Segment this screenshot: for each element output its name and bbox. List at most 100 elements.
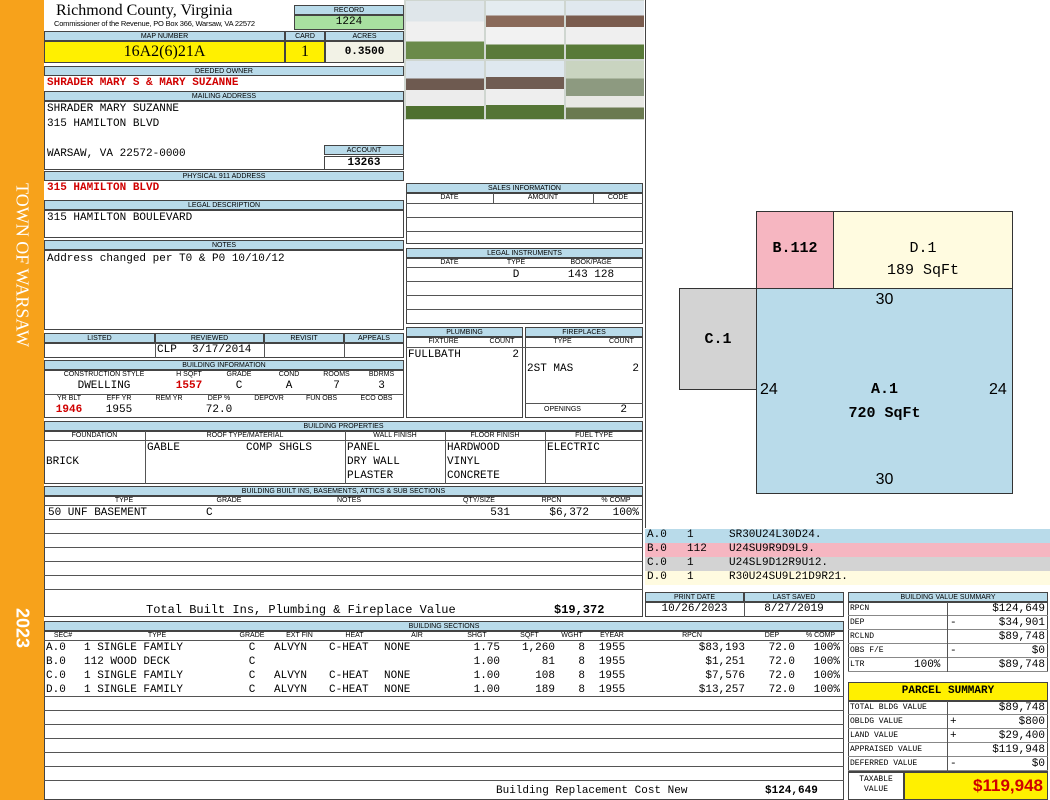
replacement-cost-label: Building Replacement Cost New — [496, 785, 688, 797]
bi-effyr-label: EFF YR — [106, 395, 132, 402]
fireplace-count-label: COUNT — [609, 338, 634, 345]
parcel-total-bldg: TOTAL BLDG VALUE $89,748 — [848, 701, 1048, 715]
section-cell: C-HEAT — [329, 642, 369, 654]
town-label: TOWN OF WARSAW — [12, 183, 33, 347]
bi-grade: C — [235, 380, 243, 392]
bi-funobs-label: FUN OBS — [305, 395, 338, 402]
print-date: 10/26/2023 — [661, 603, 728, 615]
section-cell: 1.00 — [473, 670, 500, 682]
building-info-title: BUILDING INFORMATION — [44, 360, 404, 370]
floorplan-sketch: B.112 D.1 189 SqFt C.1 A.1 720 SqFt 30 3… — [645, 0, 1050, 528]
sketch-dim-top: 30 — [875, 291, 894, 308]
bt-col-comp: % COMP — [601, 497, 631, 504]
bi-style: DWELLING — [77, 380, 131, 392]
bi-cond: A — [285, 380, 293, 392]
bi-cond-label: COND — [278, 371, 300, 378]
section-cell: NONE — [384, 684, 411, 696]
plumbing-fixture: FULLBATH — [408, 349, 461, 361]
section-cell: 72.0 — [768, 656, 795, 668]
section-cell: 1955 — [598, 684, 626, 696]
house-photo-4 — [406, 61, 484, 119]
record-number: 1224 — [294, 15, 404, 30]
sales-col-amount: AMOUNT — [527, 194, 559, 201]
house-photo-3 — [566, 1, 644, 59]
fireplaces-title: FIREPLACES — [525, 327, 643, 337]
section-cell: 72.0 — [768, 642, 795, 654]
parcel-summary-title: PARCEL SUMMARY — [848, 682, 1048, 701]
physical-address: 315 HAMILTON BLVD — [47, 182, 160, 194]
bi-effyr: 1955 — [105, 404, 133, 416]
section-row: A.0 1 SINGLE FAMILY C ALVYN C-HEAT NONE 1.75 1,… — [44, 641, 844, 655]
mailing-line-2: 315 HAMILTON BLVD — [47, 118, 160, 130]
section-cell: 189 — [535, 684, 555, 696]
prop-floor-label: FLOOR FINISH — [470, 432, 520, 439]
parcel-land: LAND VALUE + $29,400 — [848, 729, 1048, 743]
mailing-line-3: WARSAW, VA 22572-0000 — [47, 148, 186, 160]
bvs-obs: OBS F/E - $0 — [848, 644, 1048, 658]
section-row: C.0 1 SINGLE FAMILY C ALVYN C-HEAT NONE 1.00 10… — [44, 669, 844, 683]
fireplace-type-label: TYPE — [553, 338, 572, 345]
section-cell: B.0 — [46, 656, 66, 668]
section-cell: 1.75 — [473, 642, 500, 654]
deeded-owner: SHRADER MARY S & MARY SUZANNE — [47, 77, 239, 89]
bi-yrblt: 1946 — [55, 404, 83, 416]
commissioner-line: Commissioner of the Revenue, PO Box 366,… — [54, 19, 255, 28]
last-saved-label: LAST SAVED — [744, 592, 844, 602]
li-col-type: TYPE — [506, 259, 526, 266]
builtins-total-label: Total Built Ins, Plumbing & Fireplace Va… — [146, 603, 456, 617]
map-number-label: MAP NUMBER — [44, 31, 285, 41]
taxable-value: $119,948 — [904, 772, 1048, 800]
section-cell: ALVYN — [274, 642, 308, 654]
legend-row: D.0 1 R30U24SU9L21D9R21. — [645, 571, 1050, 585]
section-cell: 108 — [535, 670, 555, 682]
year-label: 2023 — [12, 607, 33, 649]
sketch-label-b: B.112 — [772, 240, 818, 257]
bi-bdrms: 3 — [378, 380, 385, 392]
section-cell: 100% — [813, 670, 840, 682]
bvs-ltr: LTR 100% $89,748 — [848, 658, 1048, 672]
section-cell: 1955 — [598, 656, 626, 668]
deeded-owner-label: DEEDED OWNER — [44, 66, 404, 76]
bvs-rclnd: RCLND $89,748 — [848, 630, 1048, 644]
bt-col-grade: GRADE — [216, 497, 242, 504]
section-cell: 100% — [813, 684, 840, 696]
bi-cs-label: CONSTRUCTION STYLE — [63, 371, 145, 378]
section-cell: 1955 — [598, 670, 626, 682]
reviewed-date: 3/17/2014 — [192, 344, 252, 356]
house-photo-2 — [486, 1, 564, 59]
bt-col-rpcn: RPCN — [541, 497, 562, 504]
section-cell: $1,251 — [705, 656, 745, 668]
section-cell: 1 SINGLE FAMILY — [84, 642, 184, 654]
house-photo-6 — [566, 61, 644, 119]
map-number: 16A2(6)21A — [44, 41, 285, 63]
section-cell: C — [248, 684, 256, 696]
prop-fuel-label: FUEL TYPE — [575, 432, 613, 439]
section-cell: NONE — [384, 642, 411, 654]
legal-description: 315 HAMILTON BOULEVARD — [47, 212, 193, 224]
builtins-total: $19,372 — [554, 603, 605, 617]
card-label: CARD — [285, 31, 325, 41]
section-cell: D.0 — [46, 684, 66, 696]
section-cell: C — [248, 670, 256, 682]
sketch-area-d: 189 SqFt — [886, 262, 959, 279]
bi-bdrms-label: BDRMS — [368, 371, 395, 378]
legal-description-label: LEGAL DESCRIPTION — [44, 200, 404, 210]
section-cell: 72.0 — [768, 670, 795, 682]
bi-rooms-label: ROOMS — [323, 371, 350, 378]
sketch-label-a: A.1 — [870, 381, 898, 398]
li-col-date: DATE — [440, 259, 459, 266]
section-cell: 1.00 — [473, 656, 500, 668]
photo-grid — [404, 0, 644, 120]
reviewed-label: REVIEWED — [155, 333, 264, 343]
prop-fuel: ELECTRIC — [547, 442, 600, 454]
prop-floor-2: VINYL — [447, 456, 481, 468]
section-cell: C — [248, 642, 256, 654]
prop-foundation-label: FOUNDATION — [71, 432, 118, 439]
prop-floor-1: HARDWOOD — [447, 442, 500, 454]
section-cell: C-HEAT — [329, 684, 369, 696]
bi-rooms: 7 — [333, 380, 340, 392]
bi-hsqft: 1557 — [175, 380, 203, 392]
sales-col-code: CODE — [607, 194, 629, 201]
notes-text: Address changed per T0 & P0 10/10/12 — [47, 253, 285, 265]
section-cell: NONE — [384, 670, 411, 682]
